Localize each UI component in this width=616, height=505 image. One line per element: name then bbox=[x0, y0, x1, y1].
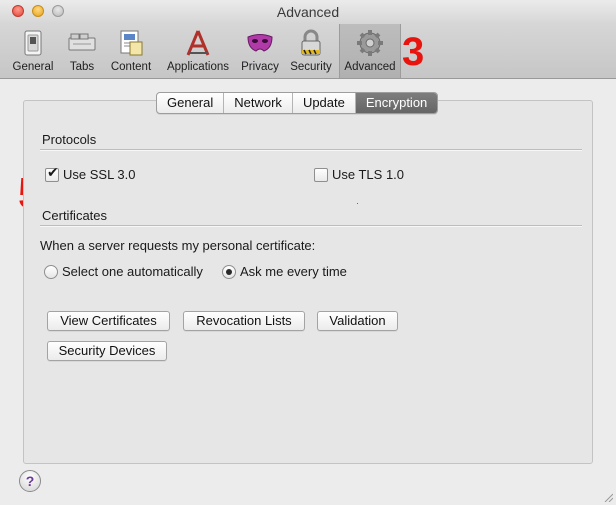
gear-icon bbox=[357, 30, 383, 56]
radio-select-automatically[interactable] bbox=[44, 265, 58, 279]
toolbar-label: Security bbox=[290, 61, 332, 73]
resize-grip-icon[interactable] bbox=[603, 492, 613, 502]
applications-icon bbox=[186, 30, 210, 56]
content-icon bbox=[120, 30, 143, 56]
tls-checkbox[interactable] bbox=[314, 168, 328, 182]
toolbar-label: General bbox=[12, 61, 54, 73]
certificates-heading: Certificates bbox=[42, 208, 108, 223]
stray-dot bbox=[357, 203, 358, 204]
toolbar-item-applications[interactable]: Applications bbox=[160, 26, 236, 76]
tab-general[interactable]: General bbox=[157, 93, 225, 113]
view-certificates-button[interactable]: View Certificates bbox=[47, 311, 170, 331]
tabs-icon bbox=[68, 33, 96, 51]
toolbar-label: Content bbox=[110, 61, 152, 73]
title-bar: Advanced bbox=[0, 0, 616, 24]
toolbar-item-general[interactable]: General bbox=[8, 26, 58, 76]
advanced-tab-bar: General Network Update Encryption bbox=[156, 92, 439, 114]
protocols-heading: Protocols bbox=[42, 132, 97, 147]
tls-label[interactable]: Use TLS 1.0 bbox=[332, 167, 404, 182]
radio-ask-every-time[interactable] bbox=[222, 265, 236, 279]
select-automatically-label[interactable]: Select one automatically bbox=[62, 264, 203, 279]
lock-icon bbox=[301, 29, 321, 56]
protocols-separator bbox=[40, 149, 582, 151]
switch-icon bbox=[24, 30, 42, 56]
certificates-separator bbox=[40, 225, 582, 227]
toolbar-item-security[interactable]: Security bbox=[287, 26, 335, 76]
checkmark-icon: ✔ bbox=[47, 165, 59, 181]
encryption-pane bbox=[23, 100, 593, 464]
ssl-checkbox[interactable]: ✔ bbox=[45, 165, 59, 182]
mask-icon bbox=[247, 34, 273, 52]
toolbar-item-privacy[interactable]: Privacy bbox=[238, 26, 282, 76]
toolbar-label: Applications bbox=[166, 61, 229, 73]
ssl-label[interactable]: Use SSL 3.0 bbox=[63, 167, 136, 182]
annotation-3: 3 bbox=[402, 30, 425, 74]
tab-update[interactable]: Update bbox=[293, 93, 356, 113]
security-devices-button[interactable]: Security Devices bbox=[47, 341, 167, 361]
help-button[interactable]: ? bbox=[19, 470, 41, 492]
preferences-toolbar: General Tabs Content Applications Privac… bbox=[0, 24, 616, 79]
ask-every-time-label[interactable]: Ask me every time bbox=[240, 264, 347, 279]
tab-network[interactable]: Network bbox=[224, 93, 293, 113]
toolbar-item-tabs[interactable]: Tabs bbox=[62, 26, 102, 76]
revocation-lists-button[interactable]: Revocation Lists bbox=[183, 311, 305, 331]
window-title: Advanced bbox=[276, 4, 340, 20]
toolbar-label: Privacy bbox=[241, 61, 279, 73]
radio-selected-dot bbox=[226, 269, 232, 275]
tab-encryption[interactable]: Encryption bbox=[355, 93, 438, 113]
toolbar-label: Tabs bbox=[69, 61, 95, 73]
toolbar-label: Advanced bbox=[344, 61, 396, 73]
toolbar-item-content[interactable]: Content bbox=[106, 26, 156, 76]
toolbar-item-advanced[interactable]: Advanced bbox=[339, 24, 401, 78]
certificate-request-prompt: When a server requests my personal certi… bbox=[40, 238, 316, 253]
validation-button[interactable]: Validation bbox=[317, 311, 398, 331]
